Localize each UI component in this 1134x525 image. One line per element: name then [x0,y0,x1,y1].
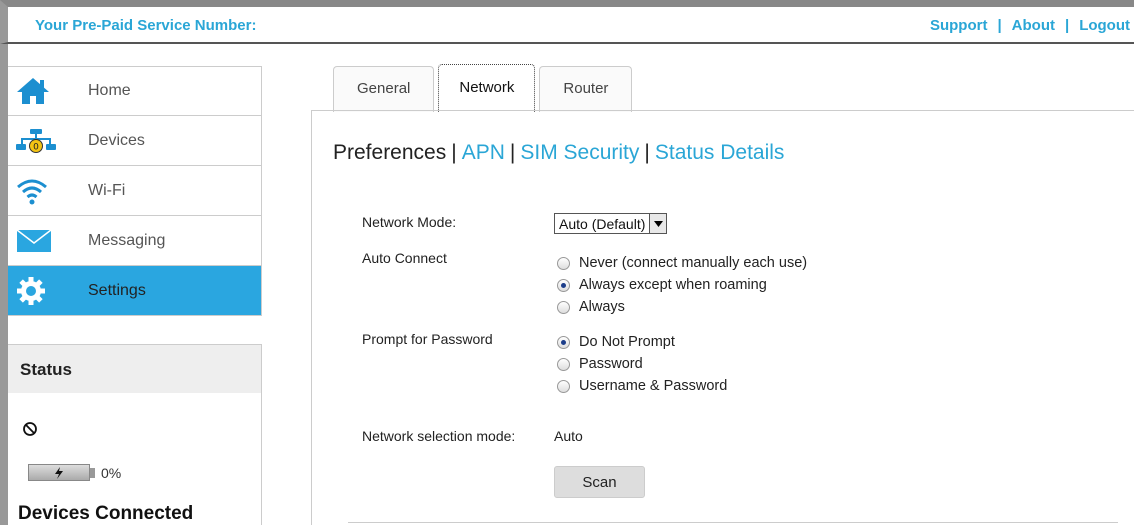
radio-label: Do Not Prompt [579,334,675,350]
network-selection-mode-label: Network selection mode: [362,428,516,444]
radio-button-selected[interactable] [557,335,570,349]
status-panel: Status 0% Devices Connected [8,344,262,525]
devices-icon: 0 [8,128,88,154]
about-link[interactable]: About [1012,17,1055,34]
sidebar-item-label: Wi-Fi [88,181,126,199]
svg-text:0: 0 [33,142,39,152]
auto-connect-label: Auto Connect [362,250,447,266]
sidebar-item-home[interactable]: Home [8,66,262,116]
logout-link[interactable]: Logout [1079,17,1130,34]
sidebar-item-wifi[interactable]: Wi-Fi [8,166,262,216]
gear-icon [8,276,88,306]
subnav-sim-security[interactable]: SIM Security [520,141,639,165]
sidebar-item-messaging[interactable]: Messaging [8,216,262,266]
auto-connect-option-except-roaming[interactable]: Always except when roaming [557,277,767,293]
radio-button[interactable] [557,379,570,393]
left-border-strip [0,44,8,525]
sub-navigation: Preferences | APN | SIM Security | Statu… [333,141,784,165]
content-border [311,110,312,525]
status-title: Status [8,345,261,393]
home-icon [8,77,88,105]
sidebar-item-devices[interactable]: 0 Devices [8,116,262,166]
auto-connect-option-always[interactable]: Always [557,299,625,315]
battery-icon [28,464,90,481]
tab-bar: General Network Router [333,64,636,112]
subnav-preferences[interactable]: Preferences [333,141,446,165]
subnav-separator: | [644,141,650,164]
link-separator: | [1064,17,1070,34]
radio-label: Password [579,356,643,372]
scan-button[interactable]: Scan [554,466,645,498]
network-mode-label: Network Mode: [362,214,457,230]
sidebar-item-settings[interactable]: Settings [8,266,262,316]
service-number-label: Your Pre-Paid Service Number: [35,17,257,34]
radio-label: Always except when roaming [579,277,767,293]
subnav-apn[interactable]: APN [462,141,505,165]
battery-tip [90,467,95,478]
auto-connect-option-never[interactable]: Never (connect manually each use) [557,255,807,271]
prompt-option-do-not-prompt[interactable]: Do Not Prompt [557,334,675,350]
network-selection-mode-value: Auto [554,428,583,444]
radio-button[interactable] [557,300,570,314]
bottom-divider [348,522,1118,523]
envelope-icon [8,228,88,253]
tab-router[interactable]: Router [539,66,633,112]
radio-button[interactable] [557,256,570,270]
subnav-separator: | [451,141,457,164]
prompt-option-password[interactable]: Password [557,356,643,372]
tab-network[interactable]: Network [438,64,536,112]
tab-divider [311,110,1134,111]
radio-label: Always [579,299,625,315]
sidebar-item-label: Devices [88,131,145,149]
link-separator: | [997,17,1002,34]
top-links: Support | About | Logout [930,17,1130,34]
wifi-icon [8,177,88,205]
radio-button-selected[interactable] [557,278,570,292]
sidebar: Home 0 Devices Wi-Fi Messaging Settings [8,66,262,316]
devices-connected-label: Devices Connected [18,503,194,524]
radio-button[interactable] [557,357,570,371]
sidebar-item-label: Home [88,82,131,99]
chevron-down-icon[interactable] [649,214,667,233]
network-mode-select[interactable]: Auto (Default) [554,213,668,234]
prompt-password-label: Prompt for Password [362,331,493,347]
prompt-option-username-password[interactable]: Username & Password [557,378,727,394]
radio-label: Username & Password [579,378,728,394]
battery-indicator: 0% [28,464,121,481]
top-bar: Your Pre-Paid Service Number: Support | … [0,0,1134,44]
network-mode-value: Auto (Default) [559,215,646,232]
radio-label: Never (connect manually each use) [579,255,808,271]
battery-percent: 0% [101,464,122,481]
support-link[interactable]: Support [930,17,988,34]
sidebar-item-label: Settings [88,281,146,299]
tab-general[interactable]: General [333,66,435,112]
sidebar-item-label: Messaging [88,231,166,249]
no-signal-icon [22,421,38,442]
subnav-status-details[interactable]: Status Details [655,141,785,165]
subnav-separator: | [509,141,516,164]
